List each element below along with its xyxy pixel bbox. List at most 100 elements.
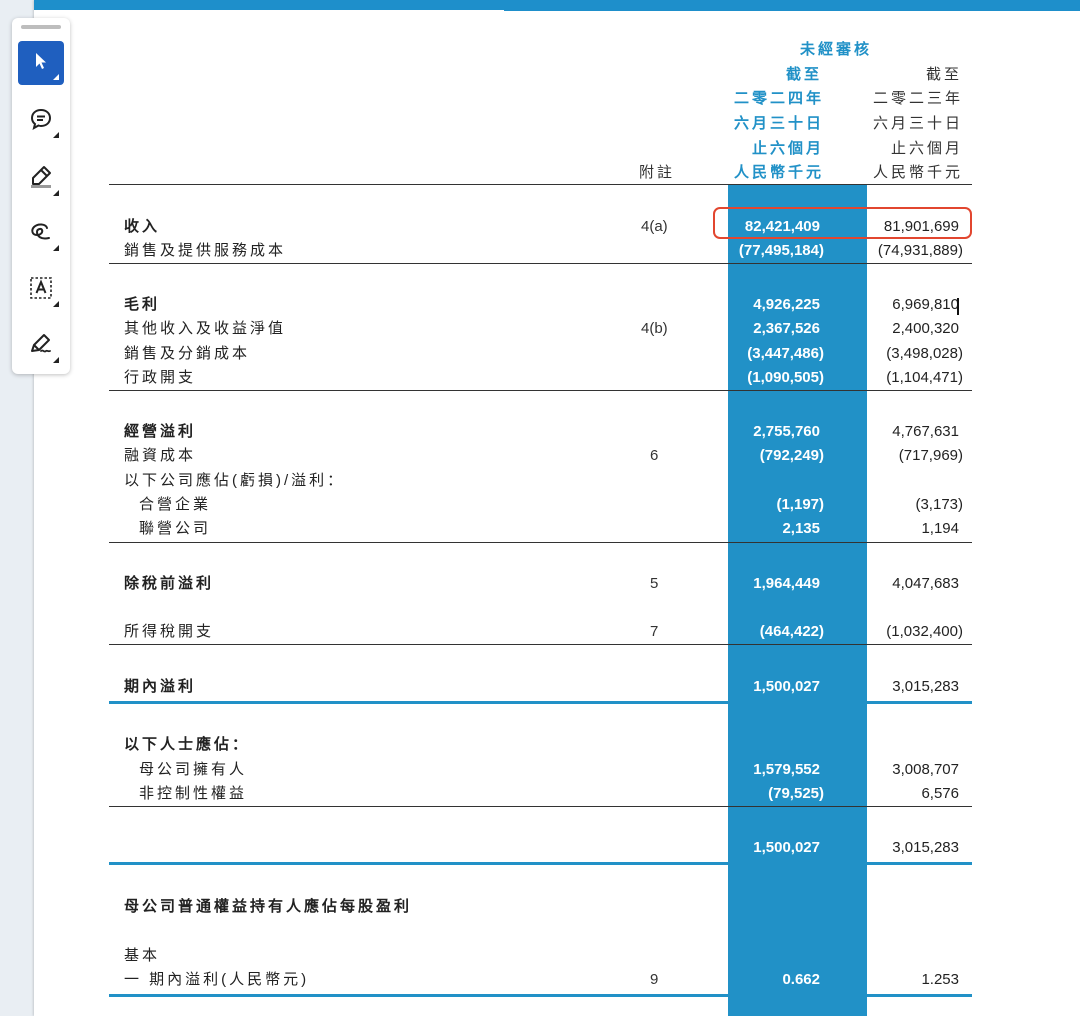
prev-header-1: 截至 xyxy=(926,66,963,83)
prev-header-4: 止六個月 xyxy=(891,140,964,157)
row-value-current: (1,197) xyxy=(776,496,824,513)
prev-header-3: 六月三十日 xyxy=(873,115,964,132)
revenue-highlight-box[interactable] xyxy=(713,207,972,239)
row-value-current: (3,447,486) xyxy=(747,345,824,362)
row-label: 合營企業 xyxy=(139,496,212,513)
row-label: 行政開支 xyxy=(124,369,197,386)
comment-tool-button[interactable] xyxy=(18,99,64,143)
row-value-current: 1,579,552 xyxy=(753,761,820,778)
section-rule xyxy=(109,542,972,543)
highlight-tool-button[interactable] xyxy=(18,157,64,201)
cursor-arrow-icon xyxy=(30,50,52,77)
row-label: 所得稅開支 xyxy=(124,623,215,640)
row-label: 毛利 xyxy=(124,296,161,313)
cur-header-1: 截至 xyxy=(786,66,823,83)
row-value-previous: (1,104,471) xyxy=(886,369,963,386)
row-value-current: 2,367,526 xyxy=(753,320,820,337)
expand-corner-icon xyxy=(53,357,59,363)
prev-header-2: 二零二三年 xyxy=(873,90,964,107)
section-rule xyxy=(109,806,972,807)
text-caret xyxy=(957,298,959,315)
speech-bubble-icon xyxy=(29,107,53,136)
row-label: 收入 xyxy=(124,218,161,235)
text-box-icon xyxy=(28,275,54,306)
section-rule xyxy=(109,390,972,391)
expand-corner-icon xyxy=(53,301,59,307)
row-value-current: 0.662 xyxy=(782,971,820,988)
row-label: 以下人士應佔： xyxy=(124,736,251,753)
row-value-current: (1,090,505) xyxy=(747,369,824,386)
select-tool-button[interactable] xyxy=(18,41,64,85)
row-label: 銷售及提供服務成本 xyxy=(124,242,287,259)
row-value-previous: (74,931,889) xyxy=(877,242,963,259)
top-border-thin xyxy=(504,10,1080,13)
row-value-current: (79,525) xyxy=(768,785,824,802)
annotation-toolbar xyxy=(12,18,70,374)
top-border xyxy=(34,0,1080,10)
cur-header-2: 二零二四年 xyxy=(734,90,825,107)
row-value-previous: 3,008,707 xyxy=(892,761,959,778)
row-value-current: 1,964,449 xyxy=(753,575,820,592)
highlighter-pen-icon xyxy=(28,164,54,195)
total-rule xyxy=(109,862,972,865)
expand-corner-icon xyxy=(53,190,59,196)
row-note: 4(a) xyxy=(641,218,668,235)
draw-tool-button[interactable] xyxy=(18,212,64,256)
row-value-previous: 6,576 xyxy=(921,785,959,802)
row-label: 非控制性權益 xyxy=(139,785,248,802)
row-value-current: (464,422) xyxy=(759,623,824,640)
row-label: 基本 xyxy=(124,947,161,964)
row-value-previous: 4,767,631 xyxy=(892,423,959,440)
row-label: 以下公司應佔(虧損)/溢利： xyxy=(124,472,346,489)
expand-corner-icon xyxy=(53,132,59,138)
row-label: 期內溢利 xyxy=(124,678,197,695)
row-label: 融資成本 xyxy=(124,447,197,464)
row-value-previous: 6,969,810 xyxy=(892,296,959,313)
row-label: 聯營公司 xyxy=(139,520,212,537)
row-value-current: (792,249) xyxy=(759,447,824,464)
prev-header-5: 人民幣千元 xyxy=(873,164,964,181)
section-rule xyxy=(109,263,972,264)
expand-corner-icon xyxy=(53,245,59,251)
cur-header-4: 止六個月 xyxy=(752,140,825,157)
row-note: 9 xyxy=(650,971,659,988)
row-value-previous: 1.253 xyxy=(921,971,959,988)
row-note: 4(b) xyxy=(641,320,668,337)
row-value-current: 4,926,225 xyxy=(753,296,820,313)
row-label: 銷售及分銷成本 xyxy=(124,345,251,362)
row-value-current: 1,500,027 xyxy=(753,678,820,695)
row-value-previous: 1,194 xyxy=(921,520,959,537)
unaudited-label: 未經審核 xyxy=(800,41,873,58)
row-value-current: 2,135 xyxy=(782,520,820,537)
row-value-current: 1,500,027 xyxy=(753,839,820,856)
text-box-tool-button[interactable] xyxy=(18,268,64,312)
sign-tool-button[interactable] xyxy=(18,324,64,368)
row-label: 一 期內溢利(人民幣元) xyxy=(124,971,310,988)
total-rule xyxy=(109,701,972,704)
row-value-previous: (717,969) xyxy=(898,447,963,464)
row-value-previous: 3,015,283 xyxy=(892,839,959,856)
notes-header: 附註 xyxy=(639,164,676,181)
row-label: 其他收入及收益淨值 xyxy=(124,320,287,337)
row-label: 除稅前溢利 xyxy=(124,575,215,592)
row-note: 6 xyxy=(650,447,659,464)
section-rule xyxy=(109,644,972,645)
cur-header-5: 人民幣千元 xyxy=(734,164,825,181)
row-value-previous: (1,032,400) xyxy=(886,623,963,640)
row-value-previous: 3,015,283 xyxy=(892,678,959,695)
cur-header-3: 六月三十日 xyxy=(734,115,825,132)
row-value-previous: (3,498,028) xyxy=(886,345,963,362)
row-value-current: 2,755,760 xyxy=(753,423,820,440)
toolbar-drag-handle[interactable] xyxy=(21,25,61,29)
row-value-current: (77,495,184) xyxy=(738,242,824,259)
row-label: 母公司擁有人 xyxy=(139,761,248,778)
row-label: 經營溢利 xyxy=(124,423,197,440)
row-value-previous: 4,047,683 xyxy=(892,575,959,592)
header-rule xyxy=(109,184,972,185)
signature-pen-icon xyxy=(28,331,54,362)
row-value-previous: (3,173) xyxy=(915,496,963,513)
total-rule xyxy=(109,994,972,997)
row-note: 7 xyxy=(650,623,659,640)
row-label: 母公司普通權益持有人應佔每股盈利 xyxy=(124,898,413,915)
row-value-previous: 2,400,320 xyxy=(892,320,959,337)
